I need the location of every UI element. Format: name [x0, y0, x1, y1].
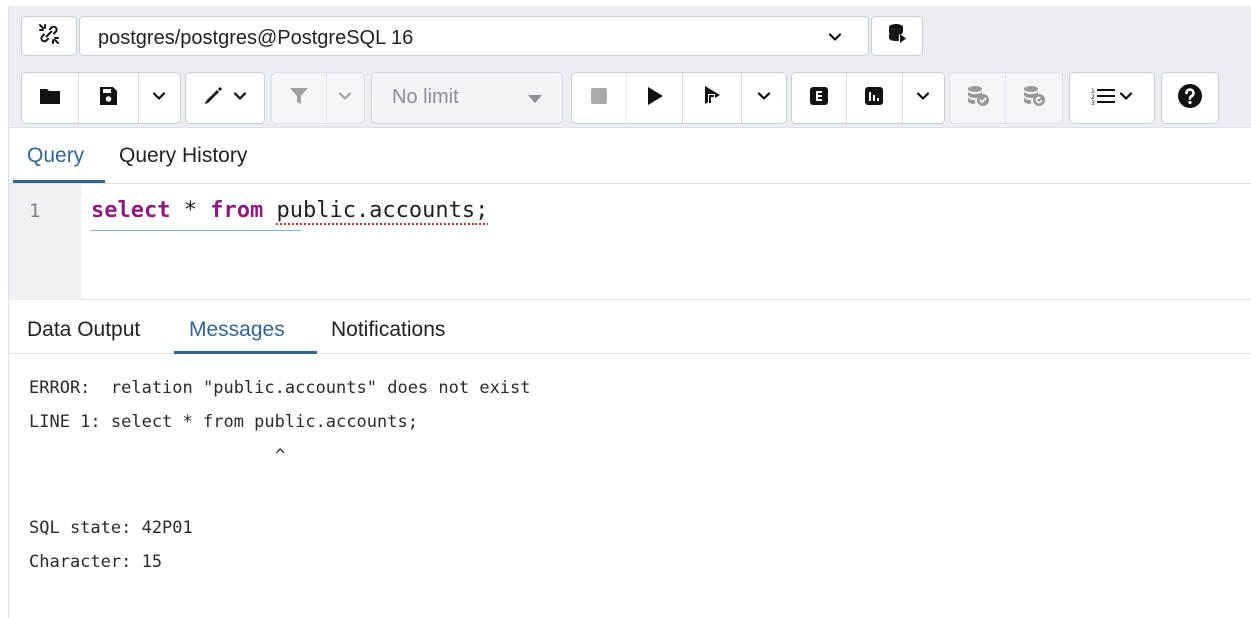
tab-messages[interactable]: Messages: [189, 318, 285, 342]
caret-down-icon: [528, 95, 542, 103]
database-icon: [887, 23, 907, 50]
play-icon: [646, 86, 664, 111]
filter-options-dropdown[interactable]: [327, 73, 364, 123]
filter-group: [271, 72, 365, 124]
explain-button[interactable]: [792, 73, 848, 123]
line-number: 1: [29, 200, 41, 222]
macros-icon: 123: [1091, 86, 1117, 111]
execute-group: [571, 72, 787, 124]
current-line-highlight: [91, 230, 301, 231]
query-toolbar: No limit 1 2 3: [9, 68, 1251, 128]
save-options-dropdown[interactable]: [139, 73, 180, 123]
connection-select[interactable]: postgres/postgres@PostgreSQL 16: [79, 16, 869, 56]
execute-script-button[interactable]: [683, 73, 743, 123]
connection-label: postgres/postgres@PostgreSQL 16: [98, 27, 414, 49]
output-tab-bar: Data Output Messages Notifications: [9, 300, 1251, 354]
connection-bar: postgres/postgres@PostgreSQL 16: [9, 6, 1251, 68]
chevron-down-icon: [233, 89, 247, 108]
table-identifier: public.accounts: [276, 198, 476, 223]
open-file-button[interactable]: [22, 73, 80, 123]
explain-options-dropdown[interactable]: [903, 73, 944, 123]
save-file-button[interactable]: [79, 73, 139, 123]
keyword-from: from: [210, 198, 264, 223]
sql-editor[interactable]: 1 select * from public.accounts;: [9, 184, 1251, 300]
connection-status-button[interactable]: [21, 16, 77, 56]
tab-query-history[interactable]: Query History: [119, 144, 247, 168]
query-tab-bar: Query Query History: [9, 128, 1251, 184]
tab-notifications[interactable]: Notifications: [331, 318, 445, 342]
row-limit-select[interactable]: No limit: [371, 72, 563, 124]
execute-button[interactable]: [627, 73, 683, 123]
explain-icon: [809, 86, 829, 111]
code-line[interactable]: select * from public.accounts;: [91, 198, 488, 223]
execute-options-dropdown[interactable]: [742, 73, 786, 123]
macros-button[interactable]: 123: [1070, 73, 1154, 123]
chevron-down-icon: [338, 89, 352, 108]
rollback-icon: [1022, 85, 1046, 112]
statement-terminator: ;: [475, 198, 489, 223]
file-group: [21, 72, 181, 124]
error-line-context: LINE 1: select * from public.accounts;: [29, 412, 418, 432]
chevron-down-icon: [1119, 89, 1133, 108]
filter-button[interactable]: [272, 73, 327, 123]
tab-query[interactable]: Query: [27, 144, 84, 168]
tab-data-output[interactable]: Data Output: [27, 318, 140, 342]
explain-analyze-icon: [864, 86, 884, 111]
character-position-line: Character: 15: [29, 552, 163, 572]
explain-analyze-button[interactable]: [847, 73, 903, 123]
new-connection-button[interactable]: [871, 16, 923, 56]
line-gutter: 1: [9, 184, 81, 300]
cancel-query-button[interactable]: [572, 73, 628, 123]
sql-state-line: SQL state: 42P01: [29, 518, 193, 538]
edit-group: [185, 72, 265, 124]
help-icon: [1177, 83, 1203, 114]
chevron-down-icon: [152, 89, 166, 108]
error-message-line: ERROR: relation "public.accounts" does n…: [29, 378, 531, 398]
keyword-select: select: [91, 198, 171, 223]
link-icon: [37, 22, 61, 51]
messages-panel: ERROR: relation "public.accounts" does n…: [9, 354, 1251, 618]
commit-button[interactable]: [950, 73, 1007, 123]
chevron-down-icon: [757, 89, 771, 108]
svg-text:3: 3: [1091, 100, 1095, 106]
commit-icon: [966, 85, 990, 112]
transaction-group: [949, 72, 1063, 124]
explain-group: [791, 72, 945, 124]
stop-icon: [590, 87, 608, 110]
folder-icon: [39, 87, 61, 110]
help-button[interactable]: [1162, 73, 1218, 123]
active-tab-indicator: [13, 180, 105, 183]
edit-menu-button[interactable]: [186, 73, 264, 123]
row-limit-value: No limit: [392, 86, 459, 108]
query-tool-panel: postgres/postgres@PostgreSQL 16 No limit…: [8, 6, 1251, 618]
filter-icon: [289, 86, 309, 111]
chevron-down-icon: [916, 89, 930, 108]
rollback-button[interactable]: [1006, 73, 1062, 123]
pencil-icon: [203, 86, 229, 111]
error-position-caret: ^: [50, 446, 286, 466]
chevron-down-icon: [828, 30, 842, 49]
macros-group: 123: [1069, 72, 1155, 124]
operator-star: *: [170, 198, 211, 223]
help-group: [1161, 72, 1219, 124]
save-icon: [98, 86, 118, 111]
execute-script-icon: [702, 85, 722, 112]
